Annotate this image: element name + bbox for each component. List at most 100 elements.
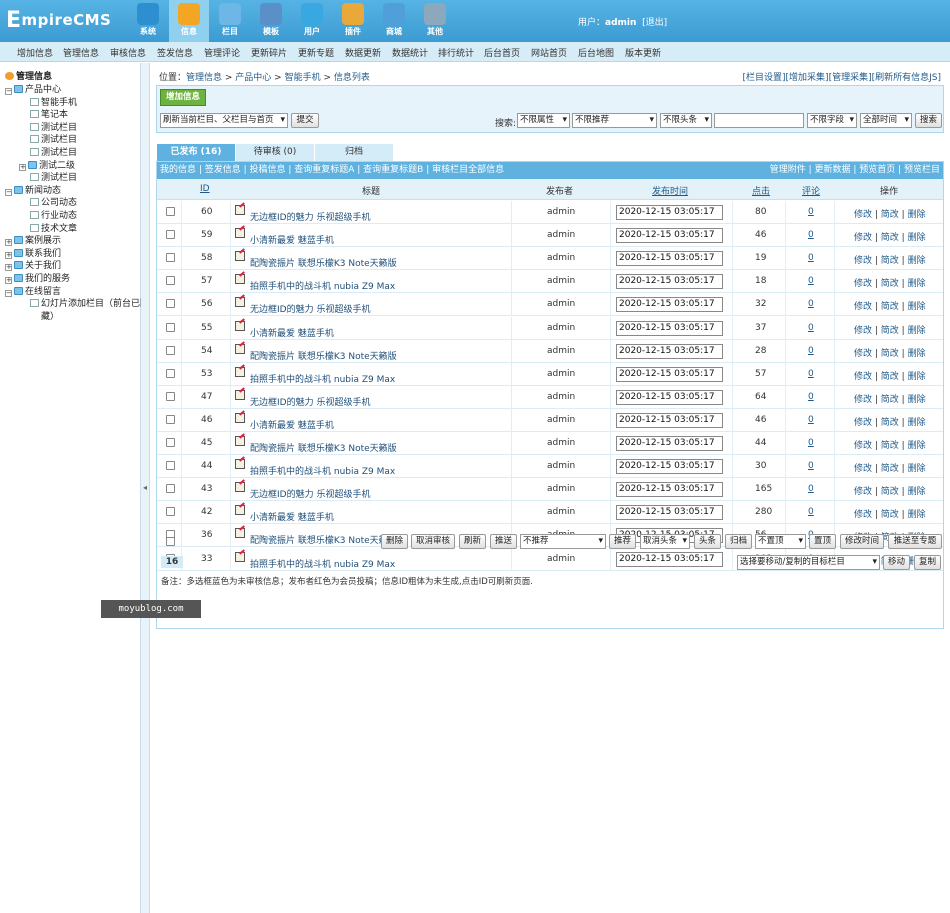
panel-toggle[interactable]: ◂	[141, 63, 150, 913]
subnav-item[interactable]: 审核信息	[110, 46, 146, 59]
row-time-input[interactable]: 2020-12-15 03:05:17	[616, 320, 723, 336]
row-comments[interactable]: 0	[808, 461, 814, 471]
subnav-item[interactable]: 版本更新	[625, 46, 661, 59]
tree-item[interactable]: + 我们的服务	[5, 271, 70, 284]
quick-edit-link[interactable]: 简改	[881, 256, 899, 266]
edit-doc-icon[interactable]	[235, 551, 245, 562]
subnav-item[interactable]: 签发信息	[157, 46, 193, 59]
edit-doc-icon[interactable]	[235, 389, 245, 400]
delete-link[interactable]: 删除	[908, 372, 926, 382]
delete-link[interactable]: 删除	[908, 418, 926, 428]
edit-doc-icon[interactable]	[235, 505, 245, 516]
edit-link[interactable]: 修改	[854, 487, 872, 497]
row-time-input[interactable]: 2020-12-15 03:05:17	[616, 412, 723, 428]
top-link[interactable]: [栏目设置]	[743, 73, 786, 83]
row-comments[interactable]: 0	[808, 346, 814, 356]
row-id[interactable]: 54	[201, 346, 212, 356]
nav-template[interactable]: 模板	[251, 0, 291, 42]
row-checkbox[interactable]	[166, 484, 175, 494]
edit-doc-icon[interactable]	[235, 412, 245, 423]
row-title[interactable]: 小清新最爱 魅蓝手机	[250, 326, 334, 339]
subnav-item[interactable]: 增加信息	[17, 46, 53, 59]
row-title[interactable]: 无边框ID的魅力 乐视超级手机	[250, 395, 370, 408]
edit-doc-icon[interactable]	[235, 205, 245, 215]
row-comments[interactable]: 0	[808, 253, 814, 263]
row-title[interactable]: 无边框ID的魅力 乐视超级手机	[250, 487, 370, 500]
edit-link[interactable]: 修改	[854, 302, 872, 312]
tree-item[interactable]: 藏）	[30, 309, 59, 322]
quick-edit-link[interactable]: 简改	[881, 464, 899, 474]
row-title[interactable]: 配陶瓷振片 联想乐檬K3 Note天籁版	[250, 441, 397, 454]
tree-item[interactable]: 幻灯片添加栏目（前台已隐	[30, 296, 149, 309]
filter-links-right[interactable]: 管理附件 | 更新数据 | 预览首页 | 预览栏目	[770, 162, 940, 179]
headline-select[interactable]: 不限头条	[660, 113, 712, 128]
subnav-item[interactable]: 管理信息	[63, 46, 99, 59]
delete-link[interactable]: 删除	[908, 210, 926, 220]
tree-item[interactable]: 技术文章	[30, 221, 77, 234]
tree-root[interactable]: 管理信息	[5, 69, 52, 82]
subnav-item[interactable]: 数据统计	[392, 46, 428, 59]
edit-link[interactable]: 修改	[854, 256, 872, 266]
tree-item[interactable]: 测试栏目	[30, 120, 77, 133]
tree-item[interactable]: 测试栏目	[30, 145, 77, 158]
col-hits[interactable]: 点击	[752, 184, 770, 197]
quick-edit-link[interactable]: 简改	[881, 487, 899, 497]
row-comments[interactable]: 0	[808, 392, 814, 402]
edit-link[interactable]: 修改	[854, 372, 872, 382]
tree-item[interactable]: 行业动态	[30, 208, 77, 221]
quick-edit-link[interactable]: 简改	[881, 418, 899, 428]
row-comments[interactable]: 0	[808, 415, 814, 425]
cancel-audit-button[interactable]: 取消审核	[411, 534, 455, 549]
tree-item[interactable]: 笔记本	[30, 107, 68, 120]
row-checkbox[interactable]	[166, 253, 175, 263]
expand-icon[interactable]: +	[19, 163, 26, 171]
row-id[interactable]: 59	[201, 230, 212, 240]
delete-link[interactable]: 删除	[908, 233, 926, 243]
push-topic-button[interactable]: 推送至专题	[888, 534, 942, 549]
row-time-input[interactable]: 2020-12-15 03:05:17	[616, 551, 723, 567]
logout-link[interactable]: [退出]	[642, 18, 667, 28]
row-checkbox[interactable]	[166, 276, 175, 286]
tree-item[interactable]: + 关于我们	[5, 258, 61, 272]
top-link[interactable]: [增加采集]	[786, 73, 829, 83]
row-id[interactable]: 33	[201, 554, 212, 564]
row-checkbox[interactable]	[166, 461, 175, 471]
tab-pending[interactable]: 待审核 (0)	[236, 144, 314, 161]
row-time-input[interactable]: 2020-12-15 03:05:17	[616, 343, 723, 359]
row-id[interactable]: 43	[201, 484, 212, 494]
row-title[interactable]: 无边框ID的魅力 乐视超级手机	[250, 302, 370, 315]
row-comments[interactable]: 0	[808, 230, 814, 240]
recommend-select[interactable]: 不限推荐	[572, 113, 657, 128]
subnav-item[interactable]: 更新专题	[298, 46, 334, 59]
delete-link[interactable]: 删除	[908, 395, 926, 405]
row-title[interactable]: 小清新最爱 魅蓝手机	[250, 510, 334, 523]
row-time-input[interactable]: 2020-12-15 03:05:17	[616, 505, 723, 521]
row-id[interactable]: 56	[201, 299, 212, 309]
row-time-input[interactable]: 2020-12-15 03:05:17	[616, 366, 723, 382]
edit-link[interactable]: 修改	[854, 395, 872, 405]
delete-button[interactable]: 删除	[381, 534, 408, 549]
tree-item[interactable]: 测试栏目	[30, 132, 77, 145]
quick-edit-link[interactable]: 简改	[881, 233, 899, 243]
edit-doc-icon[interactable]	[235, 343, 245, 354]
row-title[interactable]: 拍照手机中的战斗机 nubia Z9 Max	[250, 372, 395, 385]
tree-item[interactable]: − 新闻动态	[5, 183, 61, 196]
edit-link[interactable]: 修改	[854, 210, 872, 220]
delete-link[interactable]: 删除	[908, 510, 926, 520]
edit-doc-icon[interactable]	[235, 228, 245, 239]
quick-edit-link[interactable]: 简改	[881, 510, 899, 520]
edit-doc-icon[interactable]	[235, 297, 245, 308]
row-checkbox[interactable]	[166, 207, 175, 216]
edit-doc-icon[interactable]	[235, 320, 245, 331]
search-input[interactable]	[714, 113, 804, 128]
select-all-checkbox[interactable]	[166, 537, 175, 546]
filter-links-left[interactable]: 我的信息 | 签发信息 | 投稿信息 | 查询重复标题A | 查询重复标题B |…	[160, 162, 504, 179]
pagination[interactable]: 16	[161, 556, 183, 568]
nav-edit[interactable]: 信息	[169, 0, 209, 42]
move-button[interactable]: 移动	[883, 555, 910, 570]
nav-tools[interactable]: 插件	[333, 0, 373, 42]
delete-link[interactable]: 删除	[908, 464, 926, 474]
quick-edit-link[interactable]: 简改	[881, 441, 899, 451]
recommend-button[interactable]: 推荐	[609, 534, 636, 549]
row-checkbox[interactable]	[166, 414, 175, 424]
